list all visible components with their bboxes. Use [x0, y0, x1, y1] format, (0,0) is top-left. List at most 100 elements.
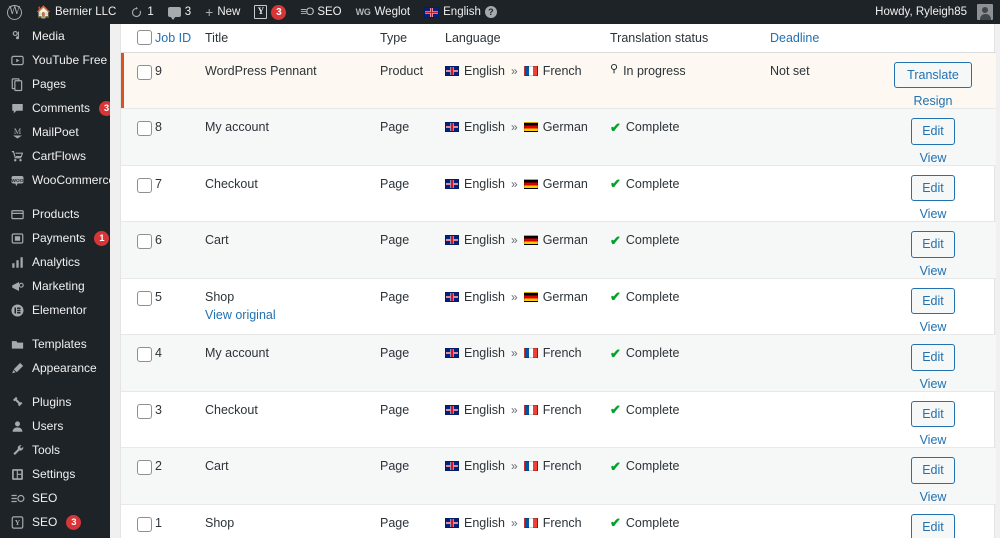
edit-button[interactable]: Edit [911, 174, 955, 201]
cell-language: English » French [443, 390, 608, 448]
edit-button[interactable]: Edit [911, 513, 955, 538]
language-menu[interactable]: English ? [417, 0, 504, 24]
sidebar-item-appearance[interactable]: Appearance [0, 356, 110, 380]
sidebar-item-settings[interactable]: Settings [0, 462, 110, 486]
translation-jobs-table: Job ID Title Type Language Translation s… [121, 24, 996, 538]
cell-language: English » French [443, 52, 608, 109]
view-link[interactable]: View [920, 377, 947, 391]
wp-logo-menu[interactable] [0, 0, 29, 24]
cell-actions: Edit View [868, 390, 996, 448]
edit-button[interactable]: Edit [911, 457, 955, 484]
sidebar-item-label: Settings [32, 467, 76, 481]
cell-job-id: 8 [153, 108, 203, 165]
woocommerce-icon: WOO [9, 172, 25, 188]
view-link[interactable]: View [920, 320, 947, 334]
sidebar-item-label: Products [32, 207, 80, 221]
resign-link[interactable]: Resign [914, 94, 953, 108]
updates-menu[interactable]: 1 [123, 0, 160, 24]
view-link[interactable]: View [920, 151, 947, 165]
yoast-menu[interactable]: 3 [247, 0, 293, 24]
column-header-actions [868, 24, 996, 53]
edit-button[interactable]: Edit [911, 344, 955, 371]
sidebar-item-cartflows[interactable]: CartFlows [0, 144, 110, 168]
comments-menu[interactable]: 3 [161, 0, 198, 24]
sidebar-item-tools[interactable]: Tools [0, 438, 110, 462]
edit-button[interactable]: Edit [911, 287, 955, 314]
view-link[interactable]: View [920, 207, 947, 221]
cell-translation-status: ✔ Complete [608, 334, 768, 391]
site-name-menu[interactable]: 🏠 Bernier LLC [29, 0, 123, 24]
sidebar-item-label: Payments [32, 231, 86, 245]
language-arrow-icon: » [511, 176, 518, 191]
cell-language: English » German [443, 277, 608, 335]
sidebar-item-youtube-free[interactable]: YouTube Free [0, 48, 110, 72]
view-link[interactable]: View [920, 433, 947, 447]
sidebar-item-users[interactable]: Users [0, 414, 110, 438]
plus-icon: + [205, 4, 214, 20]
seo-label: SEO [317, 6, 342, 18]
cell-title: Cart [203, 221, 378, 278]
sidebar-item-seo[interactable]: Y SEO 3 [0, 510, 110, 534]
cell-language: English » German [443, 221, 608, 278]
cell-job-id: 3 [153, 390, 203, 448]
cell-language: English » German [443, 164, 608, 222]
column-header-job-id[interactable]: Job ID [153, 24, 203, 53]
row-checkbox[interactable] [137, 290, 152, 306]
sidebar-item-comments[interactable]: Comments 3 [0, 96, 110, 120]
view-link[interactable]: View [920, 264, 947, 278]
table-head: Job ID Title Type Language Translation s… [121, 24, 996, 53]
row-checkbox[interactable] [137, 403, 152, 419]
sidebar-item-elementor[interactable]: Elementor [0, 298, 110, 322]
table-row: 5 Shop View original Page English » German ✔ Com… [121, 277, 996, 335]
title-text: Checkout [205, 176, 258, 191]
weglot-menu[interactable]: WG Weglot [349, 0, 418, 24]
new-content-menu[interactable]: + New [198, 0, 247, 24]
sidebar-item-media[interactable]: Media [0, 24, 110, 48]
row-checkbox[interactable] [137, 121, 152, 136]
cell-language: English » German [443, 108, 608, 165]
row-checkbox[interactable] [137, 516, 152, 532]
select-all-checkbox[interactable] [137, 30, 152, 46]
cell-deadline [768, 108, 868, 165]
sidebar-item-label: Elementor [32, 303, 87, 317]
wordpress-admin-screen: 🏠 Bernier LLC 1 3 + New 3 ≡O SEO WG Wegl… [0, 0, 1000, 538]
translate-button[interactable]: Translate [894, 61, 972, 88]
language-arrow-icon: » [511, 346, 518, 360]
cell-translation-status: ✔ Complete [608, 164, 768, 222]
sidebar-item-analytics[interactable]: Analytics [0, 250, 110, 274]
mailpoet-icon: M [9, 124, 25, 140]
sidebar-item-mailpoet[interactable]: M MailPoet [0, 120, 110, 144]
sidebar-item-marketing[interactable]: Marketing [0, 274, 110, 298]
sidebar-item-seo[interactable]: SEO [0, 486, 110, 510]
row-checkbox[interactable] [137, 347, 152, 362]
language-arrow-icon: » [511, 459, 518, 473]
view-link[interactable]: View [920, 490, 947, 504]
row-checkbox[interactable] [137, 64, 152, 80]
target-fr-flag-icon [523, 404, 538, 415]
target-fr-flag-icon [523, 517, 538, 528]
my-account-menu[interactable]: Howdy, Ryleigh85 [868, 0, 1000, 24]
cell-title: Cart [203, 447, 378, 504]
view-original-link[interactable]: View original [205, 308, 276, 322]
edit-button[interactable]: Edit [911, 118, 955, 145]
sidebar-item-plugins[interactable]: Plugins [0, 390, 110, 414]
row-checkbox[interactable] [137, 177, 152, 193]
pages-icon [9, 76, 25, 92]
help-icon[interactable]: ? [484, 6, 497, 18]
column-header-deadline[interactable]: Deadline [768, 24, 868, 53]
sidebar-item-pages[interactable]: Pages [0, 72, 110, 96]
sidebar-item-payments[interactable]: Payments 1 [0, 226, 110, 250]
edit-button[interactable]: Edit [911, 231, 955, 258]
sidebar-item-templates[interactable]: Templates [0, 332, 110, 356]
row-checkbox[interactable] [137, 234, 152, 249]
sidebar-item-woocommerce[interactable]: WOO WooCommerce [0, 168, 110, 192]
check-icon: ✔ [610, 345, 621, 361]
seo-menu[interactable]: ≡O SEO [293, 0, 348, 24]
row-checkbox[interactable] [137, 460, 152, 475]
cell-deadline [768, 164, 868, 222]
sidebar-item-products[interactable]: Products [0, 202, 110, 226]
home-icon: 🏠 [36, 5, 51, 19]
edit-button[interactable]: Edit [911, 400, 955, 427]
source-uk-flag-icon [445, 404, 459, 415]
language-arrow-icon: » [511, 233, 518, 247]
